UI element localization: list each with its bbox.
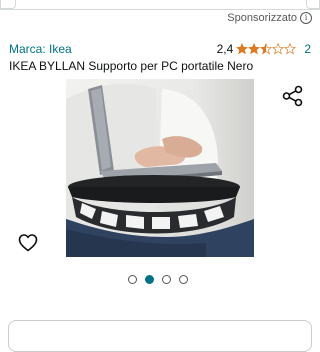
rating-value: 2,4 bbox=[216, 42, 234, 56]
image-pagination bbox=[128, 275, 188, 284]
pagination-dot[interactable] bbox=[128, 275, 137, 284]
rating-stars bbox=[236, 43, 297, 55]
rating[interactable]: 2,4 2 bbox=[217, 42, 311, 56]
share-icon-graphic bbox=[282, 85, 303, 107]
product-image[interactable] bbox=[66, 79, 254, 257]
pagination-dot[interactable] bbox=[162, 275, 171, 284]
pagination-dot[interactable] bbox=[179, 275, 188, 284]
top-right-edge bbox=[306, 0, 320, 9]
wishlist-heart-graphic bbox=[18, 234, 38, 252]
heart-icon[interactable] bbox=[18, 233, 38, 253]
sponsored-text: Sponsorizzato bbox=[227, 12, 297, 24]
next-section-card bbox=[8, 320, 312, 352]
brand-link[interactable]: Marca: Ikea bbox=[9, 42, 72, 56]
pagination-dot[interactable] bbox=[145, 275, 154, 284]
info-icon[interactable]: i bbox=[300, 12, 312, 24]
laptop-tray-photo bbox=[66, 79, 254, 257]
product-title: IKEA BYLLAN Supporto per PC portatile Ne… bbox=[9, 59, 254, 73]
rating-count[interactable]: 2 bbox=[304, 42, 311, 56]
sponsored-label[interactable]: Sponsorizzato i bbox=[227, 12, 312, 24]
top-left-edge bbox=[0, 0, 16, 9]
top-card-edge bbox=[0, 0, 320, 10]
share-icon[interactable] bbox=[282, 85, 304, 107]
star-rating-icon bbox=[236, 43, 297, 55]
brand-row: Marca: Ikea 2,4 2 bbox=[9, 41, 311, 57]
